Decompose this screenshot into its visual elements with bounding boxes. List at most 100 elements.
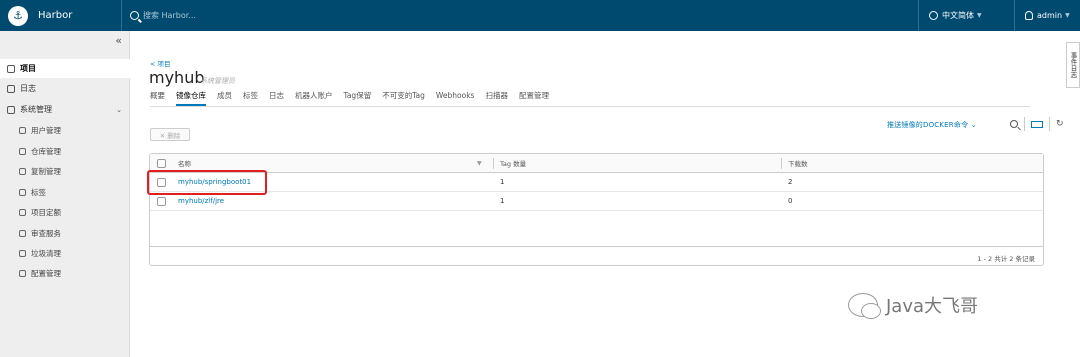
push-command-label: 推送镜像的DOCKER命令 xyxy=(887,121,969,129)
sidebar-item-label: 审查服务 xyxy=(31,228,61,238)
sidebar-item-administration[interactable]: 系统管理 ⌄ xyxy=(0,100,130,119)
sidebar-item-label: 项目 xyxy=(20,64,36,73)
sidebar-item-quotas[interactable]: 项目定额 xyxy=(0,202,130,222)
tab-robot-accounts[interactable]: 机器人账户 xyxy=(295,89,333,106)
tab-summary[interactable]: 概要 xyxy=(150,89,165,106)
sidebar-item-logs[interactable]: 日志 xyxy=(0,79,130,98)
sidebar-item-label: 日志 xyxy=(20,84,36,93)
sidebar-item-gc[interactable]: 垃圾清理 xyxy=(0,243,130,263)
push-command-dropdown[interactable]: 推送镜像的DOCKER命令 ⌄ xyxy=(887,120,977,130)
tab-scanner[interactable]: 扫描器 xyxy=(485,89,508,106)
language-selector[interactable]: 中文简体 ▼ xyxy=(918,0,1006,31)
registry-icon xyxy=(19,147,26,155)
tab-tag-retention[interactable]: Tag保留 xyxy=(344,89,372,106)
language-label: 中文简体 xyxy=(942,11,974,20)
sidebar-item-configuration[interactable]: 配置管理 xyxy=(0,263,130,283)
chevron-down-icon: ⌄ xyxy=(970,121,977,129)
divider xyxy=(1024,117,1025,131)
user-menu[interactable]: admin ▼ xyxy=(1014,0,1080,31)
pagination-summary: 1 - 2 共计 2 条记录 xyxy=(977,255,1035,263)
repository-link[interactable]: myhub/zlf/jre xyxy=(178,197,224,205)
chevron-down-icon: ▼ xyxy=(977,12,982,19)
global-search[interactable] xyxy=(121,0,921,31)
watermark: Java大飞哥 xyxy=(848,292,979,319)
sidebar-item-users[interactable]: 用户管理 xyxy=(0,120,130,140)
column-name-header[interactable]: 名称 xyxy=(178,158,191,168)
column-separator xyxy=(781,158,782,169)
tag-icon xyxy=(19,188,26,196)
chevron-down-icon: ⌄ xyxy=(116,105,122,114)
card-view-icon[interactable] xyxy=(1031,120,1043,128)
gear-icon xyxy=(19,269,26,277)
sidebar-item-label: 仓库管理 xyxy=(31,146,61,156)
globe-icon xyxy=(929,11,938,20)
user-name: admin xyxy=(1037,11,1063,20)
tab-divider xyxy=(150,106,1030,107)
sidebar-item-label: 用户管理 xyxy=(31,125,61,135)
annotation-highlight-box xyxy=(147,170,267,195)
watermark-text: Java大飞哥 xyxy=(886,296,979,317)
log-icon xyxy=(7,84,15,93)
collapse-sidebar-icon[interactable]: « xyxy=(115,34,122,47)
role-badge: 系统管理员 xyxy=(200,77,235,85)
sidebar-item-replications[interactable]: 复制管理 xyxy=(0,161,130,181)
table-header: 名称 ▼ Tag 数量 下载数 xyxy=(150,154,1043,173)
search-icon xyxy=(130,11,139,20)
pull-count: 0 xyxy=(788,197,793,205)
refresh-icon[interactable]: ↻ xyxy=(1056,119,1064,129)
table-row: myhub/zlf/jre 1 0 xyxy=(150,192,1043,211)
row-checkbox[interactable] xyxy=(157,196,166,206)
tab-configuration[interactable]: 配置管理 xyxy=(519,89,549,106)
sidebar-item-label: 系统管理 xyxy=(20,105,52,114)
sidebar-item-labels[interactable]: 标签 xyxy=(0,182,130,202)
tab-webhooks[interactable]: Webhooks xyxy=(436,89,475,106)
sidebar-item-label: 配置管理 xyxy=(31,268,61,278)
column-separator xyxy=(493,158,494,169)
page-title: myhub xyxy=(149,68,205,87)
project-tabs: 概要 镜像仓库 成员 标签 日志 机器人账户 Tag保留 不可变的Tag Web… xyxy=(150,89,560,107)
tag-count: 1 xyxy=(500,197,505,205)
top-navigation-bar: ⚓ Harbor 中文简体 ▼ admin ▼ xyxy=(0,0,1080,31)
app-title[interactable]: Harbor xyxy=(38,10,118,21)
project-icon xyxy=(7,64,15,73)
replication-icon xyxy=(19,167,26,175)
event-log-tab[interactable]: 事件日志 xyxy=(1066,42,1080,88)
wechat-icon xyxy=(848,293,881,319)
sidebar-item-label: 项目定额 xyxy=(31,207,61,217)
harbor-logo[interactable]: ⚓ xyxy=(8,5,28,26)
list-toolbar: ↻ xyxy=(1010,117,1064,131)
trash-icon xyxy=(19,249,26,257)
column-tags-header[interactable]: Tag 数量 xyxy=(500,158,526,168)
admin-icon xyxy=(7,105,15,114)
user-icon xyxy=(1025,11,1033,20)
tab-members[interactable]: 成员 xyxy=(217,89,232,106)
tab-logs[interactable]: 日志 xyxy=(269,89,284,106)
search-icon[interactable] xyxy=(1010,120,1018,128)
select-all-checkbox[interactable] xyxy=(157,158,166,168)
tab-immutable-tag[interactable]: 不可变的Tag xyxy=(382,89,425,106)
users-icon xyxy=(19,126,26,134)
column-pulls-header[interactable]: 下载数 xyxy=(788,158,808,168)
table-row: myhub/springboot01 1 2 xyxy=(150,173,1043,192)
search-input[interactable] xyxy=(143,11,443,20)
sidebar-item-interrogation[interactable]: 审查服务 xyxy=(0,223,130,243)
shield-icon xyxy=(19,229,26,237)
sidebar-item-projects[interactable]: 项目 xyxy=(0,59,130,78)
breadcrumb[interactable]: < 项目 xyxy=(150,58,171,68)
divider xyxy=(1049,117,1050,131)
delete-button[interactable]: ✕ 删除 xyxy=(150,128,190,141)
table-footer: 1 - 2 共计 2 条记录 xyxy=(150,246,1043,265)
quota-icon xyxy=(19,208,26,216)
pull-count: 2 xyxy=(788,178,793,186)
chevron-down-icon: ▼ xyxy=(1065,12,1070,19)
sidebar: « 项目 日志 系统管理 ⌄ 用户管理 仓库管理 复制管理 标签 项目定额 审查… xyxy=(0,31,130,357)
sidebar-item-label: 垃圾清理 xyxy=(31,248,61,258)
filter-icon[interactable]: ▼ xyxy=(477,160,482,167)
sidebar-item-label: 复制管理 xyxy=(31,166,61,176)
repository-table: 名称 ▼ Tag 数量 下载数 myhub/springboot01 1 2 m… xyxy=(149,153,1044,266)
sidebar-item-label: 标签 xyxy=(31,187,46,197)
sidebar-item-registries[interactable]: 仓库管理 xyxy=(0,141,130,161)
tab-repositories[interactable]: 镜像仓库 xyxy=(176,89,206,106)
tab-labels[interactable]: 标签 xyxy=(243,89,258,106)
tag-count: 1 xyxy=(500,178,505,186)
